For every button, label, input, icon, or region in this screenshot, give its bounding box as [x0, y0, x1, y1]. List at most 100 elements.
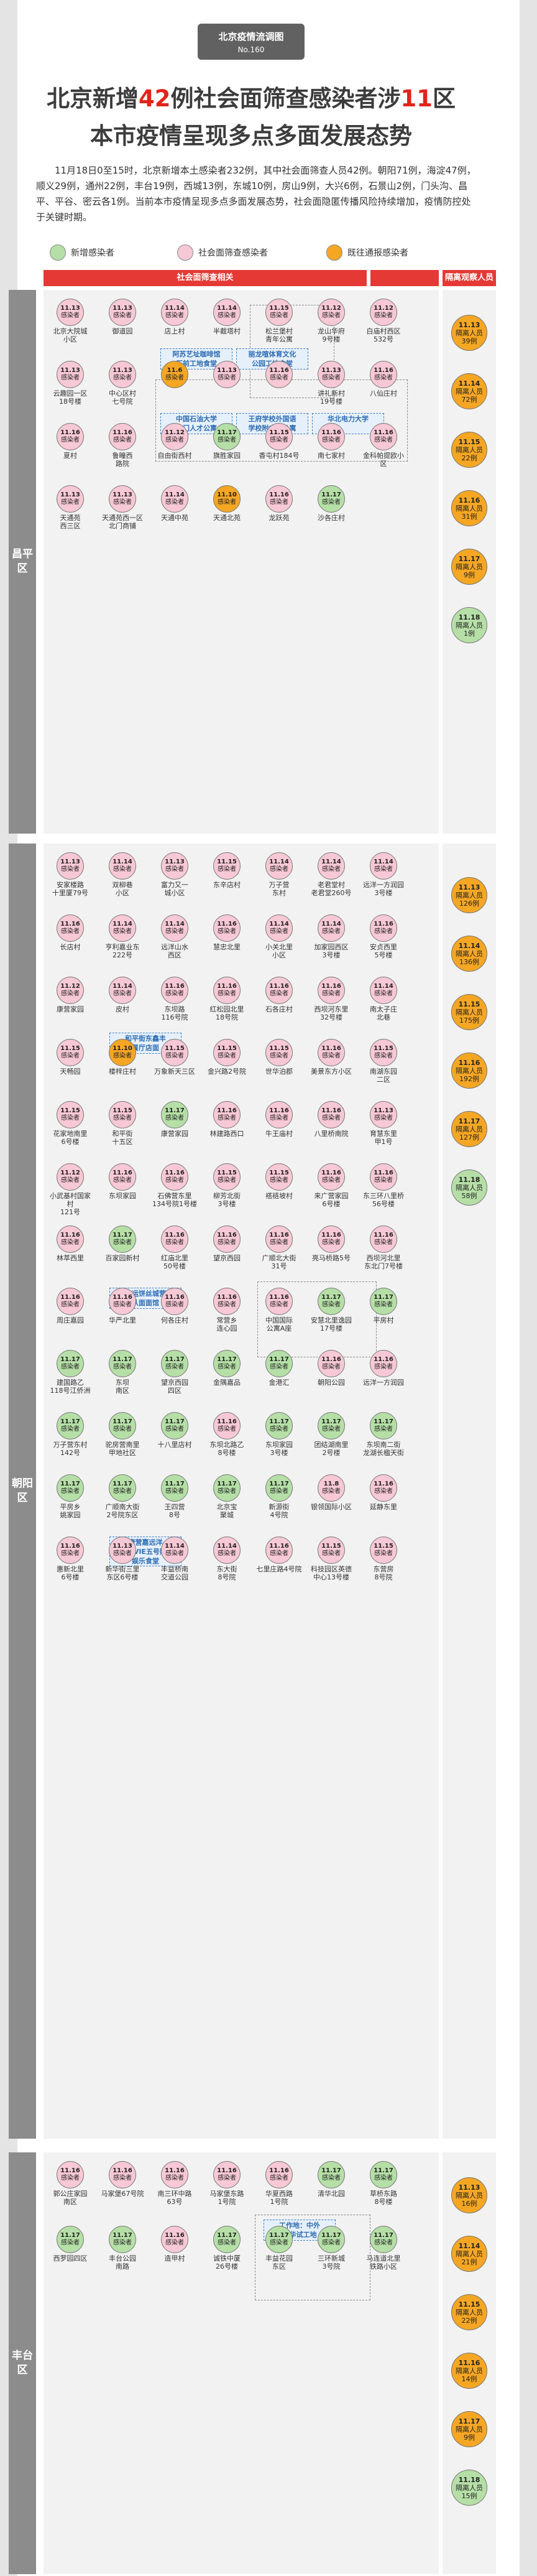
case-cell: 11.13 感染者 安家楼路 十里厦79号 — [47, 852, 93, 897]
case-date: 11.17 — [374, 2232, 393, 2239]
case-type: 感染者 — [374, 1426, 393, 1433]
case-date: 11.16 — [321, 429, 341, 436]
case-cell: 11.15 感染者 万象新天三区 — [152, 1039, 198, 1076]
case-location: 安贞西里 5号楼 — [370, 943, 397, 959]
case-location: 金科帕提欧小区 — [363, 452, 404, 468]
case-marker-icon: 11.16 感染者 — [109, 1163, 136, 1191]
case-date: 11.16 — [217, 983, 237, 990]
case-cell: 11.16 感染者 中国国际 公寓A座 — [256, 1288, 302, 1332]
case-marker-icon: 11.14 感染者 — [161, 299, 188, 326]
case-marker-icon: 11.16 感染者 — [161, 1288, 188, 1315]
case-cell: 11.13 感染者 — [204, 361, 250, 389]
case-cell: 11.16 感染者 朝阳公园 — [308, 1350, 354, 1387]
case-date: 11.16 — [217, 1418, 237, 1425]
case-cell: 11.16 感染者 金科帕提欧小区 — [360, 423, 406, 468]
case-cell: 11.16 感染者 牛王庙村 — [256, 1101, 302, 1138]
case-marker-icon: 11.16 感染者 — [318, 423, 345, 450]
isolation-marker-icon: 11.13 隔离人员 16例 — [451, 2177, 487, 2213]
case-marker-icon: 11.17 感染者 — [213, 1474, 241, 1502]
district-label: 朝阳区 — [12, 1477, 33, 1504]
case-date: 11.16 — [321, 1045, 341, 1052]
isolation-count: 隔离人员 31例 — [456, 504, 483, 521]
case-location: 金港汇 — [268, 1379, 290, 1387]
case-marker-icon: 11.16 感染者 — [370, 1350, 397, 1377]
case-location: 丰益花园 东区 — [265, 2254, 293, 2271]
case-cell: 11.16 感染者 鲁疃西 路院 — [99, 423, 145, 468]
isolation-date: 11.15 — [458, 1000, 480, 1008]
case-cell: 11.14 感染者 半截塔村 — [204, 299, 250, 335]
isolation-date: 11.14 — [458, 941, 480, 950]
case-date: 11.17 — [165, 1418, 185, 1425]
isolation-count: 隔离人员 72例 — [456, 387, 483, 404]
case-location: 中国国际 公寓A座 — [265, 1316, 293, 1332]
case-date: 11.17 — [321, 1418, 341, 1425]
case-location: 望京西园 — [213, 1254, 241, 1262]
case-type: 感染者 — [61, 312, 80, 319]
case-type: 感染者 — [374, 1301, 393, 1308]
case-marker-icon: 11.14 感染者 — [318, 852, 345, 880]
case-marker-icon: 11.15 感染者 — [265, 1039, 293, 1066]
case-location: 王四营 8号 — [164, 1503, 185, 1519]
isolation-marker-icon: 11.16 隔离人员 31例 — [451, 490, 487, 526]
case-date: 11.14 — [217, 305, 237, 312]
case-location: 西坝河东里 32号楼 — [314, 1005, 349, 1021]
case-cell: 11.16 感染者 远洋一方润园 — [360, 1350, 406, 1387]
case-type: 感染者 — [61, 437, 80, 444]
case-type: 感染者 — [165, 1301, 184, 1308]
case-cell: 11.13 感染者 北京大院城 小区 — [47, 299, 93, 343]
case-cell: 11.14 感染者 万子营 东村 — [256, 852, 302, 897]
case-location: 长店村 — [60, 943, 81, 951]
isolation-date: 11.18 — [458, 1175, 480, 1184]
case-cell: 11.13 感染者 新华街三里 东区6号楼 — [99, 1537, 145, 1581]
district-chaoyang: 朝阳区 — [9, 844, 36, 2139]
case-marker-icon: 11.17 感染者 — [265, 1412, 293, 1439]
case-type: 感染者 — [270, 1053, 288, 1059]
isolation-count: 隔离人员 14例 — [456, 2366, 483, 2383]
case-cell: 11.16 感染者 华夏西路 1号院 — [256, 2161, 302, 2206]
case-location: 御道园 — [112, 327, 133, 335]
case-marker-icon: 11.15 感染者 — [57, 1101, 84, 1128]
isolation-count: 隔离人员 1例 — [456, 621, 483, 638]
case-marker-icon: 11.16 感染者 — [370, 1163, 397, 1191]
case-type: 感染者 — [218, 928, 236, 935]
isolation-date: 11.15 — [458, 2300, 480, 2309]
case-type: 感染者 — [165, 2175, 184, 2182]
case-location: 七里庄路4号院 — [256, 1565, 302, 1573]
case-type: 感染者 — [270, 1488, 288, 1495]
legend-dot-orange-icon — [326, 244, 342, 261]
case-marker-icon: 11.17 感染者 — [265, 1474, 293, 1502]
case-marker-icon: 11.13 感染者 — [57, 485, 84, 513]
case-cell: 11.14 感染者 远洋山水 西区 — [152, 914, 198, 959]
case-date: 11.14 — [112, 921, 132, 928]
case-type: 感染者 — [61, 374, 80, 381]
case-cell: 11.17 感染者 新源街 4号院 — [256, 1474, 302, 1519]
case-date: 11.17 — [269, 1356, 289, 1363]
case-marker-icon: 11.15 感染者 — [109, 1101, 136, 1128]
case-cell: 11.16 感染者 南七家村 — [308, 423, 354, 460]
case-location: 平房乡 姚家园 — [60, 1503, 81, 1519]
case-date: 11.17 — [112, 2232, 132, 2239]
case-marker-icon: 11.17 感染者 — [318, 1412, 345, 1439]
case-marker-icon: 11.15 感染者 — [265, 299, 293, 326]
case-location: 郭公庄家园 南区 — [53, 2190, 88, 2206]
isolation-date: 11.13 — [458, 320, 480, 329]
case-cell: 11.17 感染者 东坝南二街 龙湖长楹天街 — [360, 1412, 406, 1457]
case-marker-icon: 11.17 感染者 — [161, 1474, 188, 1502]
case-marker-icon: 11.12 感染者 — [161, 423, 188, 450]
isolation-count: 隔离人员 21例 — [456, 2249, 483, 2266]
case-type: 感染者 — [322, 312, 341, 319]
case-location: 褡裢坡村 — [265, 1192, 293, 1200]
case-type: 感染者 — [61, 1488, 80, 1495]
case-cell: 11.17 感染者 丰台公园 南路 — [99, 2226, 145, 2271]
case-type: 感染者 — [218, 1053, 236, 1059]
case-cell: 11.17 感染者 百家园新村 — [99, 1225, 145, 1262]
case-location: 丰台公园 南路 — [109, 2254, 136, 2271]
case-type: 感染者 — [374, 866, 393, 873]
case-cell: 11.16 感染者 西坝河东里 32号楼 — [308, 977, 354, 1021]
case-cell: 11.17 感染者 万子营东村 142号 — [47, 1412, 93, 1457]
case-type: 感染者 — [270, 374, 288, 381]
case-date: 11.15 — [269, 1169, 289, 1176]
case-location: 十八里店村 — [157, 1441, 192, 1449]
isolation-marker-icon: 11.15 隔离人员 175例 — [451, 994, 487, 1030]
case-cell: 11.16 感染者 郭公庄家园 南区 — [47, 2161, 93, 2206]
